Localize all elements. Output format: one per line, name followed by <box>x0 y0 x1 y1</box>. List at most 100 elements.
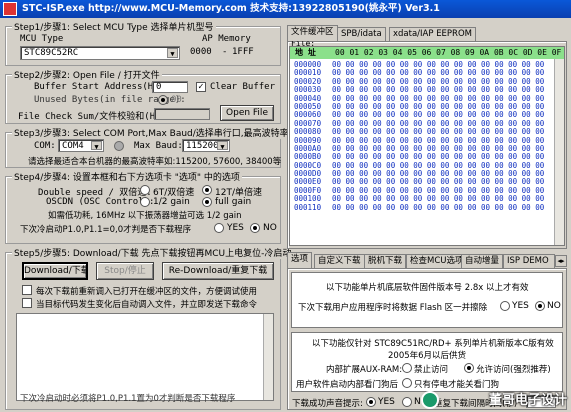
max-baud-label: Max Baud: <box>134 141 183 151</box>
label-erase-yes: YES <box>512 301 529 311</box>
window-title: STC-ISP.exe http://www.MCU-Memory.com 技术… <box>22 3 440 14</box>
radio-erase-yes[interactable] <box>500 301 510 311</box>
label-watchdog: 只有停电才能关看门狗 <box>414 380 500 390</box>
radio-beep-no[interactable] <box>402 397 412 407</box>
mem-end: 1FFF <box>232 47 254 57</box>
main-window: Step1/步骤1: Select MCU Type 选择单片机型号 MCU T… <box>0 18 571 412</box>
mcu-type-value: STC89C52RC <box>24 48 79 58</box>
hex-addr-header: 地 址 <box>295 48 316 57</box>
hex-view[interactable]: 地 址 00 01 02 03 04 05 06 07 08 09 0A 0B … <box>289 46 565 246</box>
step3-legend: Step3/步骤3: Select COM Port,Max Baud/选择串行… <box>12 126 291 139</box>
aux-ram-label: 内部扩展AUX-RAM: <box>326 365 403 375</box>
oscdn-label: OSCDN (OSC Control): <box>46 197 155 207</box>
log-scrollbar[interactable] <box>263 314 273 400</box>
buffer-tabs: 文件缓冲区 SPB/idata xdata/IAP EEPROM <box>287 25 567 41</box>
unused-value: 00 <box>171 95 182 105</box>
radio-half-gain[interactable] <box>140 197 150 207</box>
radio-erase-no[interactable] <box>535 301 545 311</box>
tab-auto-increment[interactable]: 自动增量 <box>461 254 504 268</box>
step3-group: Step3/步骤3: Select COM Port,Max Baud/选择串行… <box>5 126 291 168</box>
label-p1-no: NO <box>263 223 277 233</box>
hex-scrollbar[interactable] <box>554 59 564 245</box>
step4-legend: Step4/步骤4: 设置本框和右下方选项卡 "选项" 中的选项 <box>12 170 242 183</box>
chevron-down-icon[interactable]: ▼ <box>91 141 102 151</box>
redownload-button[interactable]: Re-Download/重复下载 <box>162 262 274 280</box>
hex-rows: 000000 00 00 00 00 00 00 00 00 00 00 00 0… <box>290 60 564 212</box>
radio-full-gain[interactable] <box>202 197 212 207</box>
beep-label: 下载成功声音提示: <box>292 399 363 409</box>
mcu-type-select[interactable]: STC89C52RC ▼ <box>20 46 180 60</box>
hex-row: 000110 00 00 00 00 00 00 00 00 00 00 00 0… <box>290 202 564 212</box>
status-text: 下次冷启动时必须将P1.0,P1.1置为0才判断是否下载程序 <box>20 394 236 404</box>
label-beep-yes: YES <box>378 397 395 407</box>
options-line3: 以下功能仅针对 STC89C51RC/RD+ 系列单片机新版本C版有效 <box>312 339 554 349</box>
label-p1-yes: YES <box>227 223 244 233</box>
label-aux-enable: 允许访问(强烈推荐) <box>476 365 551 375</box>
mem-start: 0000 <box>190 47 212 57</box>
tab-check-mcu[interactable]: 检查MCU选项 <box>406 254 468 268</box>
radio-beep-yes[interactable] <box>366 397 376 407</box>
options-line2: 下次下载用户应用程序时将数据 Flash 区一并擦除 <box>298 303 488 313</box>
checksum-field <box>154 108 210 120</box>
radio-aux-disable[interactable] <box>402 363 412 373</box>
tab-scroll-icon[interactable]: ◂▸ <box>555 255 567 267</box>
autoload-label: 当目标代码发生变化后自动调入文件，并立即发送下载命令 <box>36 300 258 310</box>
status-log[interactable]: 下次冷启动时必须将P1.0,P1.1置为0才判断是否下载程序 <box>16 313 274 404</box>
com-label: COM: <box>34 141 56 151</box>
reload-label: 每次下载前重新调入已打开在缓冲区的文件，方便调试使用 <box>36 287 258 297</box>
step5-legend: Step5/步骤5: Download/下载 先点下载按钮再MCU上电复位-冷启… <box>12 246 294 259</box>
buffer-start-value: 0 <box>156 82 162 92</box>
radio-p1-no[interactable] <box>250 223 260 233</box>
ale-label: 用户软件启动内部看门狗后 <box>296 380 399 390</box>
watermark-text: 董哥电子设计 <box>488 393 567 408</box>
step4-group: Step4/步骤4: 设置本框和右下方选项卡 "选项" 中的选项 Double … <box>5 170 281 244</box>
autoload-checkbox[interactable] <box>22 298 32 308</box>
tab-spb-idata[interactable]: SPB/idata <box>337 27 386 41</box>
label-full-gain: full gain <box>215 197 252 207</box>
radio-12t[interactable] <box>202 185 212 195</box>
radio-watchdog[interactable] <box>402 378 412 388</box>
chevron-down-icon[interactable]: ▼ <box>217 141 228 151</box>
unused-radio[interactable] <box>158 95 168 105</box>
tab-isp-demo[interactable]: ISP DEMO <box>503 254 555 268</box>
radio-aux-enable[interactable] <box>464 363 474 373</box>
chevron-down-icon[interactable]: ▼ <box>167 48 178 58</box>
reload-checkbox[interactable] <box>22 285 32 295</box>
clear-buffer-checkbox[interactable]: ✓ <box>196 82 206 92</box>
app-icon <box>3 2 17 16</box>
hex-col-headers: 00 01 02 03 04 05 06 07 08 09 0A 0B 0C 0… <box>335 48 562 57</box>
radio-p1-yes[interactable] <box>214 223 224 233</box>
checksum-label: File Check Sum/文件校验和(HEX): <box>18 112 177 122</box>
options-line1: 以下功能单片机底层软件固件版本号 2.8x 以上才有效 <box>326 283 529 293</box>
radio-6t[interactable] <box>140 185 150 195</box>
options-box-1: 以下功能单片机底层软件固件版本号 2.8x 以上才有效 下次下载用户应用程序时将… <box>291 272 563 328</box>
options-line4: 2005年6月以后供货 <box>388 351 467 361</box>
download-button[interactable]: Download/下载 <box>22 262 88 280</box>
baud-hint: 请选择最适合本台机器的最高波特率如:115200, 57600, 38400等 <box>28 157 282 167</box>
label-erase-no: NO <box>547 301 561 311</box>
tab-xdata-eeprom[interactable]: xdata/IAP EEPROM <box>389 27 476 41</box>
label-half-gain: 1/2 gain <box>153 197 190 207</box>
label-aux-disable: 禁止访问 <box>414 365 449 375</box>
tab-options[interactable]: 选项 <box>287 252 313 268</box>
tab-file-buffer[interactable]: 文件缓冲区 <box>287 25 338 41</box>
com-refresh-icon[interactable] <box>114 141 124 151</box>
com-select[interactable]: COM4 ▼ <box>58 139 104 152</box>
max-baud-select[interactable]: 115200 ▼ <box>182 139 230 152</box>
stop-button[interactable]: Stop/停止 <box>96 262 154 280</box>
mcu-type-label: MCU Type <box>20 34 64 44</box>
hex-header: 地 址 00 01 02 03 04 05 06 07 08 09 0A 0B … <box>290 47 564 59</box>
hex-row-bytes: 00 00 00 00 00 00 00 00 00 00 00 00 00 0… <box>332 202 545 212</box>
open-file-button[interactable]: Open File <box>220 105 274 121</box>
buffer-start-input[interactable]: 0 <box>152 81 188 93</box>
clear-buffer-label: Clear Buffer <box>210 82 276 92</box>
step2-group: Step2/步骤2: Open File / 打开文件 Buffer Start… <box>5 68 281 124</box>
ap-memory-label: AP Memory <box>202 34 251 44</box>
tab-offline-download[interactable]: 脱机下载 <box>364 254 407 268</box>
tab-custom-download[interactable]: 自定义下载 <box>314 254 365 268</box>
p1-label: 下次冷启动P1.0,P1.1=0,0才判是否下载程序 <box>20 225 192 235</box>
watermark-logo-icon <box>421 391 439 409</box>
options-box-2: 以下功能仅针对 STC89C51RC/RD+ 系列单片机新版本C版有效 2005… <box>291 332 563 392</box>
com-value: COM4 <box>62 141 84 151</box>
max-baud-value: 115200 <box>186 141 219 151</box>
